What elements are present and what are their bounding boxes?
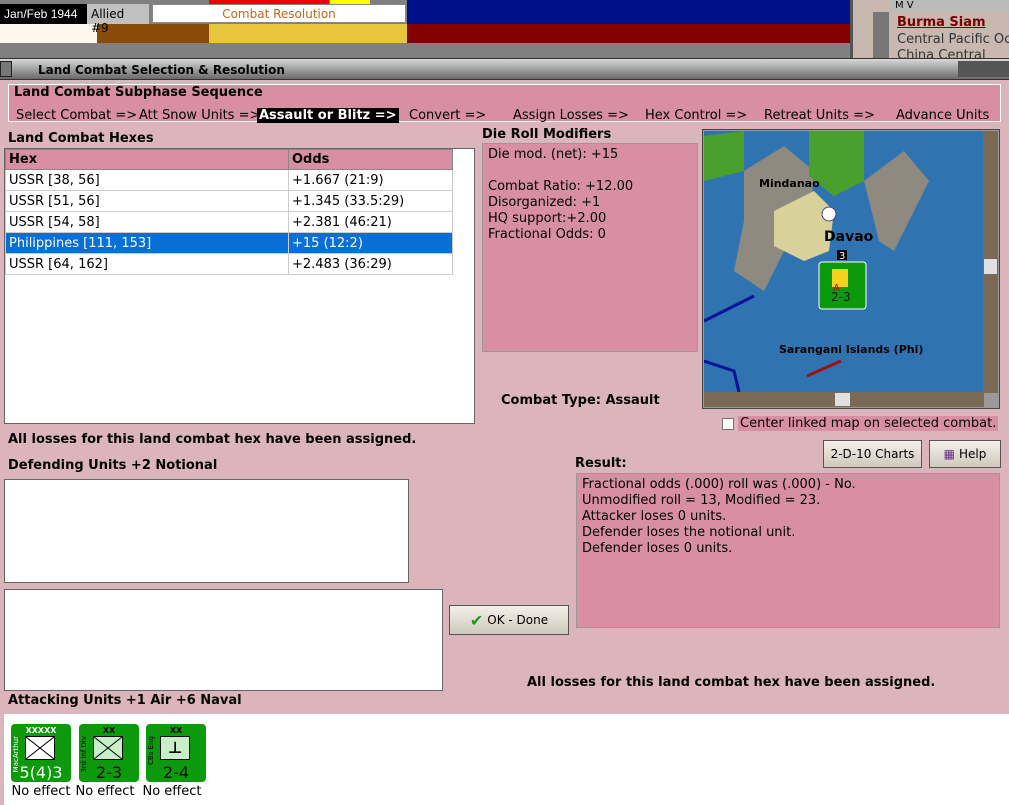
result-line: Fractional odds (.000) roll was (.000) -… [582, 477, 856, 492]
unit-strength: 2-4 [162, 763, 190, 782]
table-row[interactable]: USSR [51, 56] +1.345 (33.5:29) [5, 190, 453, 212]
modifier-line: Combat Ratio: +12.00 [488, 179, 634, 194]
table-row-selected[interactable]: Philippines [111, 153] +15 (12:2) [5, 232, 453, 254]
hex-cell: USSR [51, 56] [5, 190, 289, 212]
result-panel: Fractional odds (.000) roll was (.000) -… [576, 473, 1000, 628]
hscroll-thumb[interactable] [835, 393, 850, 406]
turn-date: Jan/Feb 1944 [0, 4, 87, 24]
map-label-davao: Davao [824, 229, 874, 245]
region-item[interactable]: Burma Siam [897, 15, 986, 30]
seq-hex-control: Hex Control => [645, 108, 748, 123]
stack-count: 3 [839, 251, 845, 262]
result-line: Attacker loses 0 units. [582, 509, 727, 524]
port-icon [821, 206, 837, 222]
active-side: Allied #9 [87, 4, 149, 35]
mini-map[interactable]: Mindanao Davao Sarangani Islands (Phi) 3… [702, 129, 1000, 409]
center-map-checkbox[interactable] [722, 418, 734, 430]
unit-effect: No effect [75, 784, 135, 799]
map-label-mindanao: Mindanao [759, 177, 820, 190]
seq-assault-blitz: Assault or Blitz => [257, 108, 399, 123]
seq-assign-losses: Assign Losses => [513, 108, 629, 123]
unit-effect: No effect [142, 784, 202, 799]
unit-size: XX [102, 726, 116, 735]
minimize-button[interactable] [0, 61, 12, 77]
assault-marker: A [833, 283, 840, 294]
infantry-icon [25, 736, 55, 760]
unit-counter[interactable]: XX 3rd Inf Div 2-3 [79, 724, 139, 782]
unit-size: XXXXX [25, 726, 57, 735]
hexes-title: Land Combat Hexes [8, 131, 154, 146]
sequence-title: Land Combat Subphase Sequence [14, 85, 263, 100]
scrollbar[interactable] [873, 12, 889, 58]
seq-select-combat: Select Combat => [16, 108, 138, 123]
col-odds[interactable]: Odds [288, 149, 453, 170]
unit-strength: 5(4)3 [19, 763, 63, 782]
region-item[interactable]: Central Pacific Oc [897, 32, 1009, 47]
defending-title: Defending Units +2 Notional [8, 458, 218, 473]
hex-cell: USSR [38, 56] [5, 169, 289, 191]
map-label-sarangani: Sarangani Islands (Phi) [779, 343, 923, 356]
seq-convert: Convert => [409, 108, 487, 123]
unit-strength: 2-3 [95, 763, 123, 782]
odds-cell: +15 (12:2) [288, 232, 453, 254]
seq-att-snow: Att Snow Units => [139, 108, 261, 123]
ok-done-button[interactable]: ✔ OK - Done [449, 605, 569, 635]
result-line: Defender loses 0 units. [582, 541, 733, 556]
hex-cell: USSR [54, 58] [5, 211, 289, 233]
seq-advance: Advance Units [896, 108, 990, 123]
table-row[interactable]: USSR [38, 56] +1.667 (21:9) [5, 169, 453, 191]
seq-retreat: Retreat Units => [764, 108, 875, 123]
modifier-line: Die mod. (net): +15 [488, 147, 619, 162]
help-label: Help [958, 447, 987, 461]
modifier-line: Disorganized: +1 [488, 195, 601, 210]
odds-cell: +2.483 (36:29) [288, 253, 453, 275]
modifiers-title: Die Roll Modifiers [482, 127, 612, 142]
result-line: Defender loses the notional unit. [582, 525, 796, 540]
center-map-label[interactable]: Center linked map on selected combat. [738, 416, 999, 431]
result-title: Result: [575, 456, 627, 471]
modifier-line: Fractional Odds: 0 [488, 227, 606, 242]
vscroll-thumb[interactable] [984, 259, 997, 274]
ok-label: OK - Done [487, 613, 549, 627]
unit-name: CBs Eng [147, 736, 155, 765]
unit-size: XX [169, 726, 183, 735]
modifier-line [488, 163, 692, 179]
losses-message: All losses for this land combat hex have… [8, 432, 417, 447]
map-vscroll[interactable] [983, 131, 998, 393]
col-hex[interactable]: Hex [5, 149, 289, 170]
infantry-icon [93, 736, 123, 760]
engineer-icon: ⊥ [160, 736, 190, 760]
hex-cell: Philippines [111, 153] [5, 232, 289, 254]
region-item[interactable]: China Central [897, 48, 986, 58]
window-control[interactable] [958, 61, 1009, 77]
book-icon: ▦ [943, 447, 955, 461]
result-line: Unmodified roll = 13, Modified = 23. [582, 493, 821, 508]
right-panel-header: M V [891, 0, 1009, 12]
attacking-title: Attacking Units +1 Air +6 Naval [8, 693, 242, 708]
modifiers-panel: Die mod. (net): +15 Combat Ratio: +12.00… [482, 143, 698, 352]
odds-cell: +2.381 (46:21) [288, 211, 453, 233]
odds-cell: +1.667 (21:9) [288, 169, 453, 191]
unit-counter[interactable]: XXXXX MacArthur 5(4)3 [11, 724, 71, 782]
unit-effect: No effect [11, 784, 71, 799]
defending-units-list[interactable] [4, 479, 409, 583]
window-title: Land Combat Selection & Resolution [0, 58, 1009, 80]
table-row[interactable]: USSR [64, 162] +2.483 (36:29) [5, 253, 453, 275]
table-row[interactable]: USSR [54, 58] +2.381 (46:21) [5, 211, 453, 233]
combat-type: Combat Type: Assault [501, 393, 660, 408]
hexes-list: Hex Odds USSR [38, 56] +1.667 (21:9) USSR … [4, 148, 475, 424]
notes-box [4, 589, 443, 691]
help-button[interactable]: ▦ Help [929, 440, 1001, 468]
checkmark-icon: ✔ [469, 610, 484, 630]
losses-message-2: All losses for this land combat hex have… [527, 675, 936, 690]
map-canvas[interactable]: Mindanao Davao Sarangani Islands (Phi) 3… [704, 131, 985, 392]
right-panel: M V Burma Siam Central Pacific Oc China … [850, 0, 1009, 58]
modifier-line: HQ support:+2.00 [488, 211, 607, 226]
charts-button[interactable]: 2-D-10 Charts [823, 440, 922, 468]
hex-cell: USSR [64, 162] [5, 253, 289, 275]
phase-indicator: Combat Resolution [152, 4, 406, 23]
odds-cell: +1.345 (33.5:29) [288, 190, 453, 212]
map-hscroll[interactable] [704, 392, 984, 407]
unit-counter[interactable]: XX CBs Eng ⊥ 2-4 [146, 724, 206, 782]
